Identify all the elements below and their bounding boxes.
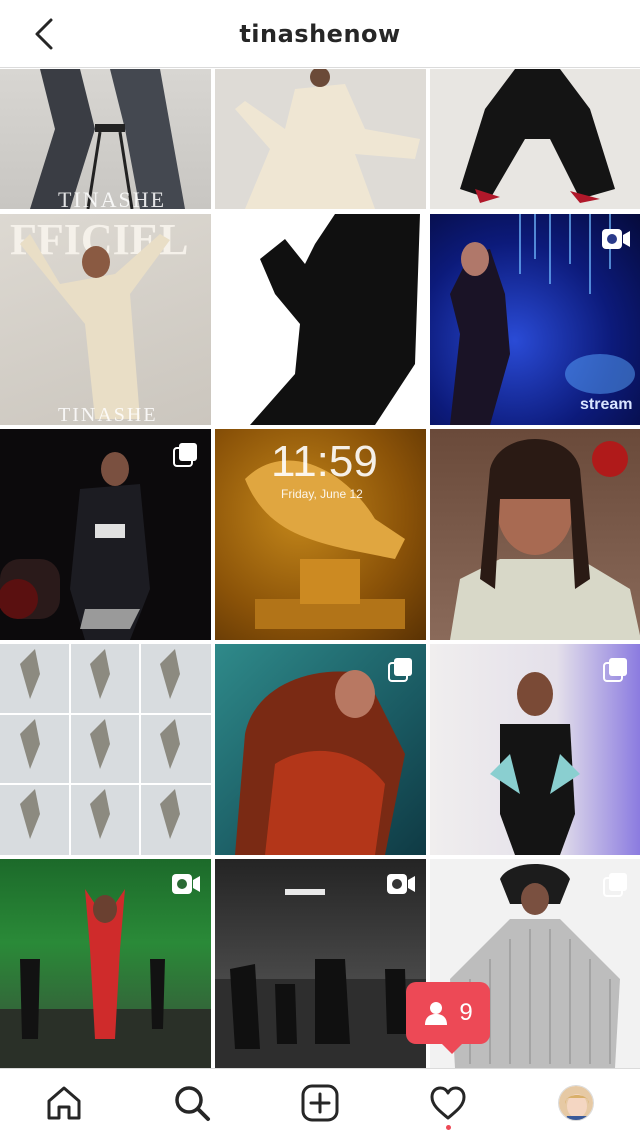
- carousel-icon: [171, 441, 199, 469]
- post-thumbnail-8[interactable]: 11:59 Friday, June 12: [215, 429, 426, 640]
- tab-activity[interactable]: [426, 1081, 470, 1125]
- post-image: FFICIEL: [10, 215, 188, 419]
- post-overlay-text: stream: [580, 396, 633, 413]
- chevron-left-icon: [35, 18, 53, 50]
- post-thumbnail-14[interactable]: [215, 859, 426, 1068]
- post-thumbnail-3[interactable]: [430, 69, 640, 209]
- person-icon: [425, 1002, 448, 1025]
- tab-home[interactable]: [42, 1081, 86, 1125]
- post-thumbnail-6[interactable]: stream: [430, 214, 640, 425]
- carousel-icon: [601, 871, 629, 899]
- top-bar: tinashenow: [0, 0, 640, 68]
- search-icon: [175, 1086, 210, 1121]
- post-image: [0, 644, 211, 855]
- heart-icon: [430, 1086, 466, 1120]
- post-thumbnail-5[interactable]: [215, 214, 426, 425]
- post-thumbnail-11[interactable]: [215, 644, 426, 855]
- plus-square-icon: [301, 1084, 339, 1122]
- carousel-icon: [601, 656, 629, 684]
- follower-count: 9: [459, 999, 473, 1026]
- post-thumbnail-13[interactable]: [0, 859, 211, 1068]
- tab-profile[interactable]: [554, 1081, 598, 1125]
- profile-username-title: tinashenow: [239, 19, 401, 48]
- post-thumbnail-12[interactable]: [430, 644, 640, 855]
- post-overlay-text: TINASHE: [58, 187, 167, 209]
- tab-new-post[interactable]: [298, 1081, 342, 1125]
- tab-search[interactable]: [170, 1081, 214, 1125]
- bottom-tab-bar: [0, 1068, 640, 1138]
- post-thumbnail-10[interactable]: [0, 644, 211, 855]
- explore-grid: TINASHE FFICIEL TINASHE stream 11:59 Fri…: [0, 69, 640, 1068]
- post-image: [250, 214, 420, 425]
- avatar: [558, 1085, 594, 1121]
- post-thumbnail-1[interactable]: TINASHE: [0, 69, 211, 209]
- notification-dot: [446, 1125, 451, 1130]
- post-thumbnail-2[interactable]: [215, 69, 426, 209]
- lockscreen-date: Friday, June 12: [281, 487, 363, 501]
- carousel-icon: [386, 656, 414, 684]
- back-button[interactable]: [24, 14, 64, 54]
- post-thumbnail-9[interactable]: [430, 429, 640, 640]
- home-icon: [47, 1086, 81, 1120]
- post-image: [460, 69, 615, 203]
- video-icon: [171, 871, 200, 899]
- post-thumbnail-4[interactable]: FFICIEL TINASHE: [0, 214, 211, 425]
- video-icon: [601, 226, 630, 254]
- lockscreen-time: 11:59: [271, 437, 378, 486]
- post-overlay-text: TINASHE: [58, 404, 158, 425]
- video-icon: [386, 871, 415, 899]
- new-followers-toast[interactable]: 9: [406, 982, 490, 1054]
- post-image: [450, 439, 640, 640]
- post-image: [235, 69, 420, 209]
- post-thumbnail-7[interactable]: [0, 429, 211, 640]
